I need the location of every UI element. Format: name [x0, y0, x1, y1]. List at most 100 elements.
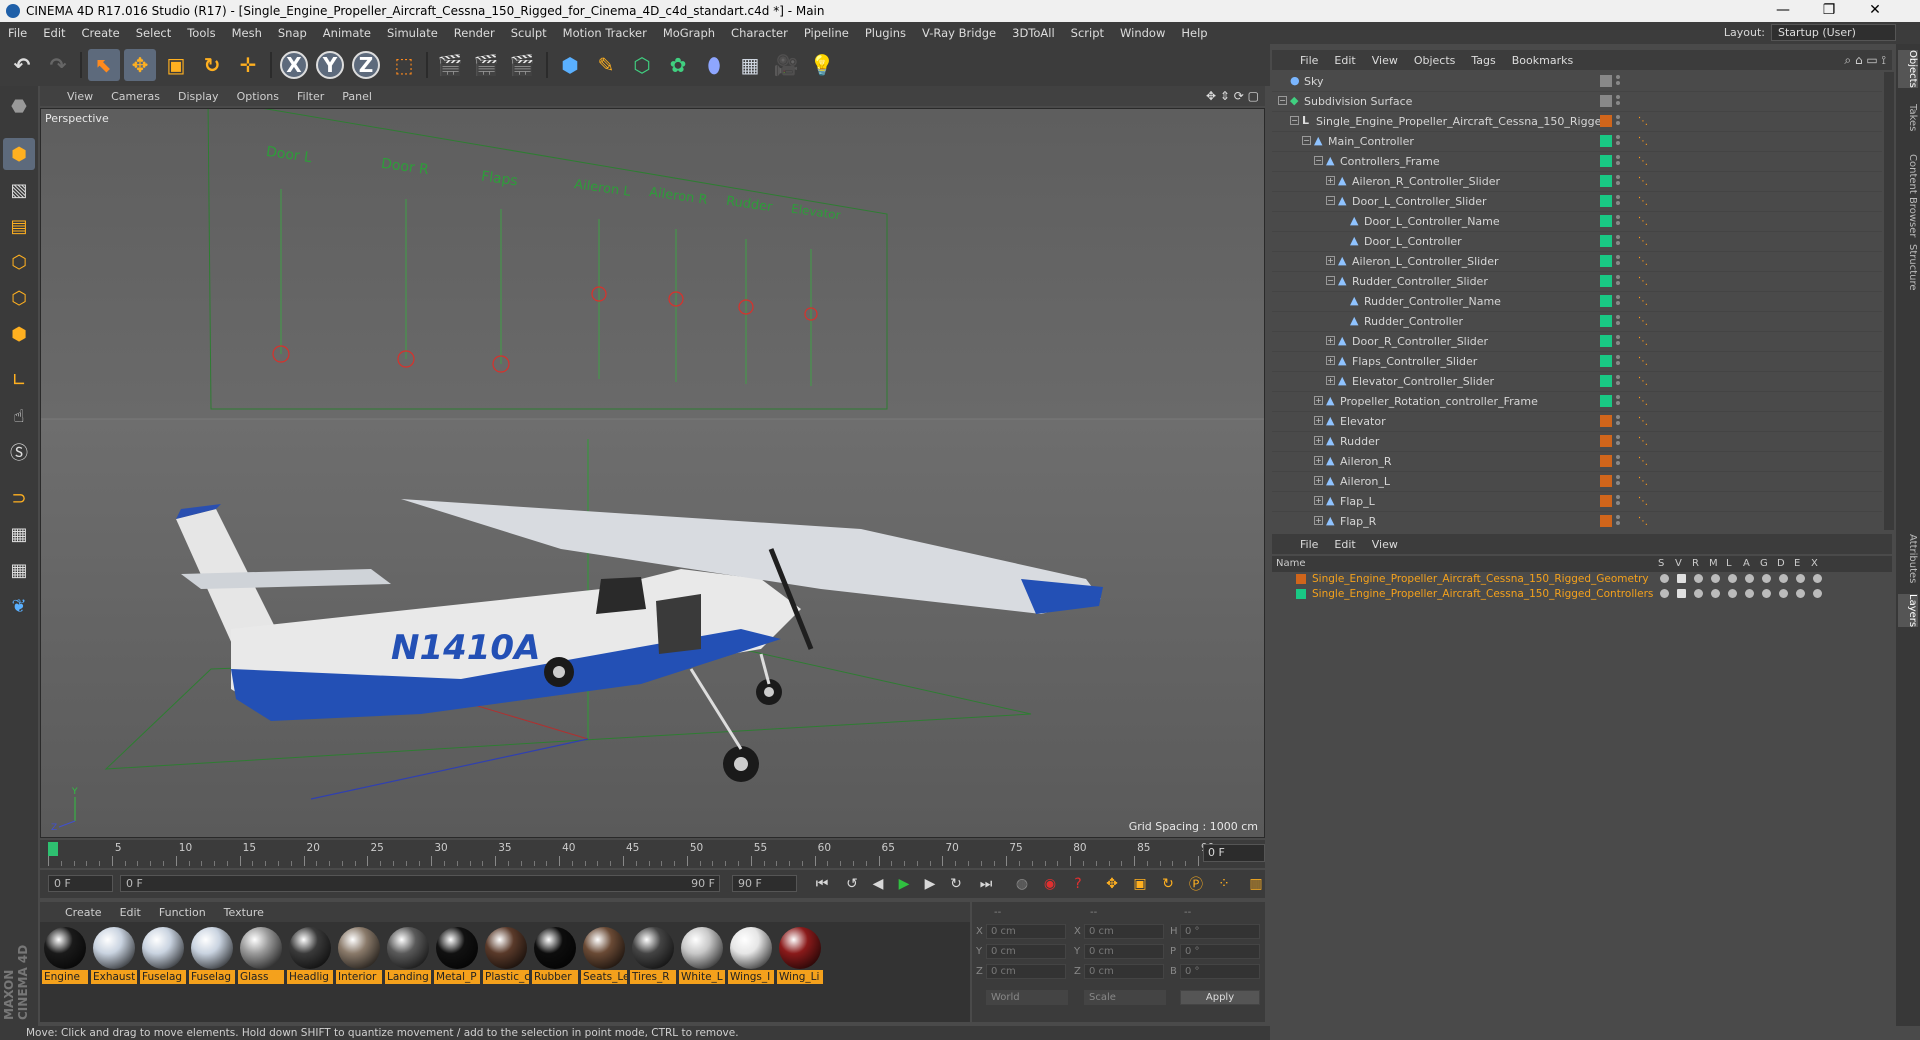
- object-row[interactable]: + ▲ Rudder ⋱: [1272, 432, 1882, 452]
- visibility-dots-icon[interactable]: [1616, 194, 1622, 208]
- vp-menu-filter[interactable]: Filter: [288, 90, 333, 103]
- layer-flag-toggle[interactable]: [1779, 574, 1788, 583]
- edges-mode-icon[interactable]: ⬡: [3, 282, 35, 314]
- object-row[interactable]: + ▲ Elevator ⋱: [1272, 412, 1882, 432]
- tree-expander-icon[interactable]: +: [1326, 336, 1335, 345]
- layer-color-chip[interactable]: [1600, 115, 1612, 127]
- tree-expander-icon[interactable]: −: [1302, 136, 1311, 145]
- menu-animate[interactable]: Animate: [315, 26, 379, 40]
- rotate-tool-icon[interactable]: ↻: [196, 49, 228, 81]
- tree-expander-icon[interactable]: +: [1314, 456, 1323, 465]
- om-menu-bookmarks[interactable]: Bookmarks: [1504, 54, 1581, 67]
- material-swatch[interactable]: Landing: [385, 927, 431, 985]
- visibility-dots-icon[interactable]: [1616, 114, 1622, 128]
- material-swatch[interactable]: Fuselag: [189, 927, 235, 985]
- go-to-end-icon[interactable]: ⏭: [974, 873, 998, 895]
- object-row[interactable]: − ◆ Subdivision Surface: [1272, 92, 1882, 112]
- coordinate-system-icon[interactable]: ⬚: [388, 49, 420, 81]
- pen-spline-icon[interactable]: ✎: [590, 49, 622, 81]
- layer-col-flag[interactable]: E: [1794, 558, 1800, 569]
- deformer-icon[interactable]: ⬮: [698, 49, 730, 81]
- end-frame-field[interactable]: 90 F: [732, 875, 797, 892]
- layer-color-chip[interactable]: [1600, 155, 1612, 167]
- material-swatch[interactable]: Engine: [42, 927, 88, 985]
- menu-create[interactable]: Create: [74, 26, 128, 40]
- previous-frame-icon[interactable]: ◀: [866, 873, 890, 895]
- object-row[interactable]: − ▲ Main_Controller ⋱: [1272, 132, 1882, 152]
- object-row[interactable]: ▲ Door_L_Controller_Name ⋱: [1272, 212, 1882, 232]
- menu-plugins[interactable]: Plugins: [857, 26, 914, 40]
- layer-col-flag[interactable]: G: [1760, 558, 1768, 569]
- points-mode-icon[interactable]: ⬡: [3, 246, 35, 278]
- vp-menu-options[interactable]: Options: [228, 90, 288, 103]
- size-y-field[interactable]: 0 cm: [1084, 944, 1164, 959]
- visibility-dots-icon[interactable]: [1616, 134, 1622, 148]
- current-frame-field[interactable]: 0 F: [1203, 844, 1265, 862]
- layer-flag-toggle[interactable]: [1728, 589, 1737, 598]
- object-name[interactable]: Flap_R: [1340, 515, 1376, 528]
- xpresso-tag-icon[interactable]: ⋱: [1636, 275, 1650, 289]
- layer-row[interactable]: Single_Engine_Propeller_Aircraft_Cessna_…: [1272, 572, 1892, 587]
- menu-file[interactable]: File: [0, 26, 35, 40]
- python-icon[interactable]: ❦: [3, 590, 35, 622]
- scale-tool-icon[interactable]: ▣: [160, 49, 192, 81]
- size-x-field[interactable]: 0 cm: [1084, 924, 1164, 939]
- object-row[interactable]: + ▲ Aileron_L ⋱: [1272, 472, 1882, 492]
- tree-expander-icon[interactable]: +: [1314, 436, 1323, 445]
- xpresso-tag-icon[interactable]: ⋱: [1636, 315, 1650, 329]
- position-y-field[interactable]: 0 cm: [986, 944, 1066, 959]
- layer-flag-toggle[interactable]: [1796, 574, 1805, 583]
- tree-expander-icon[interactable]: −: [1326, 196, 1335, 205]
- timeline-window-icon[interactable]: ▥: [1244, 873, 1268, 895]
- rotation-b-field[interactable]: 0 °: [1180, 964, 1260, 979]
- material-swatch[interactable]: Exhaust: [91, 927, 137, 985]
- visibility-dots-icon[interactable]: [1616, 74, 1622, 88]
- cloner-icon[interactable]: ✿: [662, 49, 694, 81]
- x-axis-lock-icon[interactable]: X: [280, 51, 308, 79]
- visibility-dots-icon[interactable]: [1616, 234, 1622, 248]
- xpresso-tag-icon[interactable]: ⋱: [1636, 495, 1650, 509]
- go-to-start-icon[interactable]: ⏮: [810, 873, 834, 895]
- object-name[interactable]: Single_Engine_Propeller_Aircraft_Cessna_…: [1316, 115, 1608, 128]
- maximize-button[interactable]: ❐: [1806, 0, 1852, 22]
- layer-color-chip[interactable]: [1600, 395, 1612, 407]
- visibility-dots-icon[interactable]: [1616, 394, 1622, 408]
- dock-tab[interactable]: Content Browser: [1898, 154, 1918, 237]
- layout-dropdown[interactable]: Startup (User): [1771, 24, 1896, 41]
- menu-3dtoall[interactable]: 3DToAll: [1004, 26, 1063, 40]
- object-row[interactable]: − ▲ Controllers_Frame ⋱: [1272, 152, 1882, 172]
- layer-color-chip[interactable]: [1600, 215, 1612, 227]
- menu-sculpt[interactable]: Sculpt: [503, 26, 555, 40]
- camera-icon[interactable]: 🎥: [770, 49, 802, 81]
- object-row[interactable]: + ▲ Aileron_L_Controller_Slider ⋱: [1272, 252, 1882, 272]
- xpresso-tag-icon[interactable]: ⋱: [1636, 415, 1650, 429]
- layer-col-flag[interactable]: R: [1692, 558, 1699, 569]
- visibility-dots-icon[interactable]: [1616, 374, 1622, 388]
- tree-expander-icon[interactable]: −: [1290, 116, 1299, 125]
- tree-expander-icon[interactable]: +: [1314, 396, 1323, 405]
- key-parameter-icon[interactable]: Ⓟ: [1184, 873, 1208, 895]
- visibility-dots-icon[interactable]: [1616, 514, 1622, 528]
- position-z-field[interactable]: 0 cm: [986, 964, 1066, 979]
- visibility-dots-icon[interactable]: [1616, 154, 1622, 168]
- object-row[interactable]: + ▲ Flaps_Controller_Slider ⋱: [1272, 352, 1882, 372]
- xpresso-tag-icon[interactable]: ⋱: [1636, 335, 1650, 349]
- xpresso-tag-icon[interactable]: ⋱: [1636, 175, 1650, 189]
- menu-script[interactable]: Script: [1063, 26, 1112, 40]
- position-x-field[interactable]: 0 cm: [986, 924, 1066, 939]
- visibility-dots-icon[interactable]: [1616, 274, 1622, 288]
- layer-color-chip[interactable]: [1600, 435, 1612, 447]
- layer-flag-toggle[interactable]: [1745, 589, 1754, 598]
- tree-expander-icon[interactable]: −: [1278, 96, 1287, 105]
- tree-expander-icon[interactable]: +: [1326, 176, 1335, 185]
- object-name[interactable]: Rudder: [1340, 435, 1379, 448]
- om-menu-view[interactable]: View: [1364, 54, 1406, 67]
- layer-color-chip[interactable]: [1600, 355, 1612, 367]
- xpresso-tag-icon[interactable]: ⋱: [1636, 135, 1650, 149]
- object-name[interactable]: Aileron_R_Controller_Slider: [1352, 175, 1500, 188]
- menu-help[interactable]: Help: [1173, 26, 1215, 40]
- layer-flag-toggle[interactable]: [1660, 589, 1669, 598]
- material-swatch[interactable]: Seats_Le: [581, 927, 627, 985]
- layer-flag-toggle[interactable]: [1779, 589, 1788, 598]
- object-name[interactable]: Flaps_Controller_Slider: [1352, 355, 1477, 368]
